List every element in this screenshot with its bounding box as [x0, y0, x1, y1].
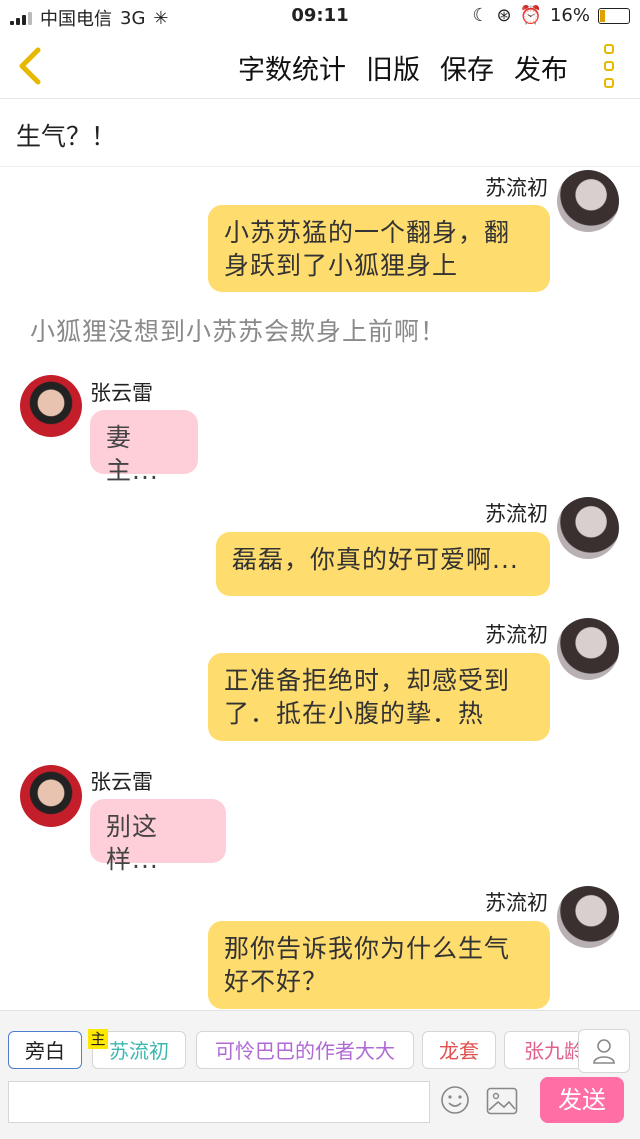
role-item[interactable]: 可怜巴巴的作者大大	[196, 1031, 414, 1069]
sender-name: 张云雷	[90, 381, 153, 405]
role-item[interactable]: 张九龄	[504, 1031, 578, 1069]
sender-name: 苏流初	[485, 891, 548, 915]
sender-name: 苏流初	[485, 176, 548, 200]
status-bar: 中国电信 3G ✳ 09:11 ☾ ⊛ ⏰ 16%	[0, 0, 640, 34]
word-count-button[interactable]: 字数统计	[238, 48, 346, 87]
bubble-line: 别这样...	[106, 812, 159, 874]
profile-button[interactable]	[578, 1029, 630, 1073]
sender-name: 张云雷	[90, 770, 153, 794]
avatar[interactable]	[557, 886, 619, 948]
chapter-title-row[interactable]: 生气？！	[0, 99, 640, 167]
chat-area[interactable]: 苏流初 小苏苏猛的一个翻身，翻 身跃到了小狐狸身上 小狐狸没想到小苏苏会欺身上前…	[0, 167, 640, 1010]
avatar[interactable]	[557, 170, 619, 232]
message-left: 张云雷 妻主...	[0, 372, 640, 485]
avatar[interactable]	[20, 765, 82, 827]
sender-name: 苏流初	[485, 623, 548, 647]
send-button[interactable]: 发送	[540, 1077, 624, 1123]
more-menu-icon[interactable]	[604, 44, 618, 88]
message-right: 苏流初 正准备拒绝时，却感受到 了．抵在小腹的挚．热	[0, 618, 640, 749]
message-right: 苏流初 小苏苏猛的一个翻身，翻 身跃到了小狐狸身上	[0, 167, 640, 297]
bubble-line: 好不好？	[224, 967, 329, 996]
main-role-badge: 主	[88, 1029, 108, 1049]
bubble-line: 了．抵在小腹的挚．热	[224, 699, 485, 728]
message-bubble: 妻主...	[90, 410, 198, 485]
battery-icon	[598, 7, 630, 24]
message-left: 张云雷 别这样...	[0, 763, 640, 874]
publish-button[interactable]: 发布	[514, 48, 568, 87]
image-icon[interactable]	[486, 1087, 518, 1115]
bubble-line: 小苏苏猛的一个翻身，翻	[224, 218, 511, 247]
message-bubble: 正准备拒绝时，却感受到 了．抵在小腹的挚．热	[208, 653, 550, 741]
avatar[interactable]	[20, 375, 82, 437]
top-navbar: 字数统计 旧版 保存 发布	[0, 34, 640, 99]
message-right: 苏流初 那你告诉我你为什么生气 好不好？	[0, 886, 640, 1010]
bubble-line: 正准备拒绝时，却感受到	[224, 666, 511, 695]
message-bubble: 磊磊，你真的好可爱啊...	[216, 532, 550, 596]
message-bubble: 小苏苏猛的一个翻身，翻 身跃到了小狐狸身上	[208, 205, 550, 292]
role-narrator[interactable]: 旁白	[8, 1031, 82, 1069]
bubble-line: 磊磊，你真的好可爱啊...	[232, 545, 519, 574]
bubble-line: 那你告诉我你为什么生气	[224, 934, 511, 963]
message-input[interactable]	[8, 1081, 430, 1123]
narration-text: 小狐狸没想到小苏苏会欺身上前啊！	[30, 317, 447, 346]
sender-name: 苏流初	[485, 502, 548, 526]
bubble-line: 身跃到了小狐狸身上	[224, 251, 459, 280]
avatar[interactable]	[557, 497, 619, 559]
lock-rotation-icon: ⊛	[496, 5, 512, 26]
avatar[interactable]	[557, 618, 619, 680]
emoji-icon[interactable]	[440, 1085, 470, 1115]
save-button[interactable]: 保存	[440, 48, 494, 87]
chapter-title: 生气？！	[16, 122, 117, 151]
composer-panel: 旁白 苏流初 可怜巴巴的作者大大 龙套 张九龄 主 发送	[0, 1010, 640, 1139]
message-bubble: 那你告诉我你为什么生气 好不好？	[208, 921, 550, 1009]
role-item[interactable]: 龙套	[422, 1031, 496, 1069]
moon-icon: ☾	[472, 5, 489, 26]
battery-percent: 16%	[549, 5, 590, 26]
message-bubble: 别这样...	[90, 799, 226, 874]
message-right: 苏流初 磊磊，你真的好可爱啊...	[0, 497, 640, 603]
bubble-line: 妻主...	[106, 423, 159, 485]
alarm-icon: ⏰	[519, 5, 542, 26]
old-version-button[interactable]: 旧版	[366, 48, 420, 87]
back-chevron-icon[interactable]	[16, 46, 44, 86]
user-icon	[593, 1039, 615, 1064]
